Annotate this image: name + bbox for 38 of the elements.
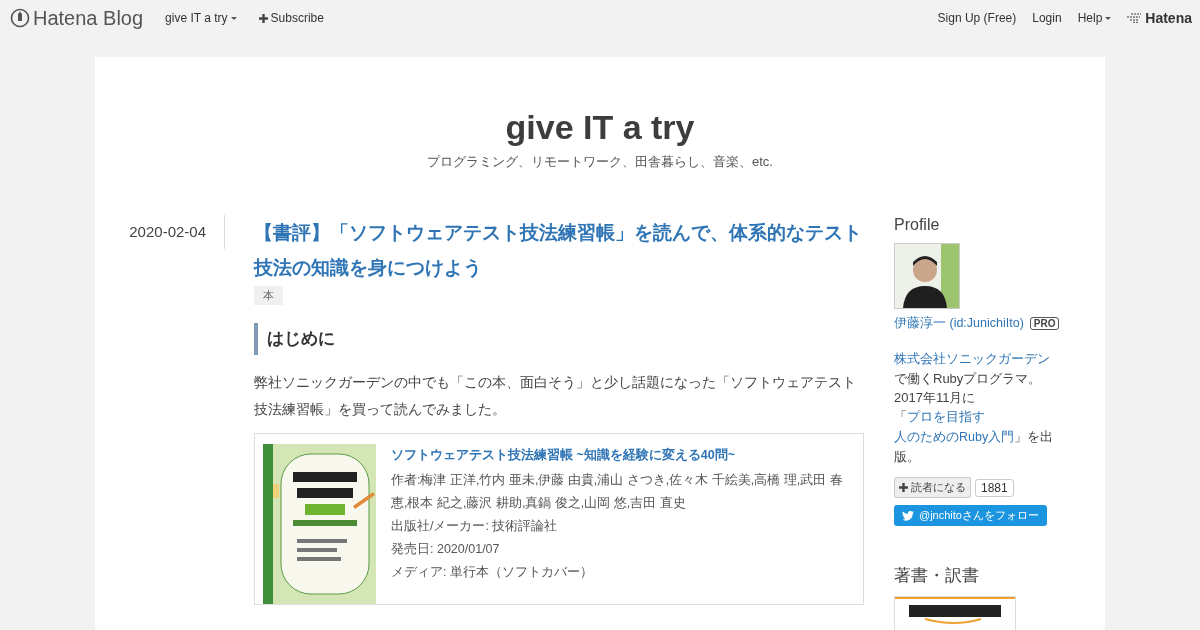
bio-link[interactable]: 人のためのRuby入門 (894, 430, 1015, 444)
product-detail: 発売日: 2020/01/07 (391, 541, 501, 558)
header-link[interactable]: Login (1032, 11, 1062, 25)
logo-text: Hatena Blog (33, 6, 144, 30)
plus-icon (899, 483, 908, 492)
caret-icon (230, 16, 237, 20)
caret-icon (1105, 16, 1112, 20)
blog-title[interactable]: give IT a try (95, 107, 1105, 147)
reader-count: 1881 (975, 478, 1014, 497)
product-detail: 出版社/メーカー: 技術評論社 (391, 518, 559, 535)
bio-link[interactable]: プロを目指す (907, 410, 985, 424)
avatar[interactable] (894, 243, 960, 309)
sidebar-heading: 著書・訳書 (894, 566, 980, 586)
product-authors: 作者:梅津 正洋,竹内 亜未,伊藤 由貴,浦山 さつき,佐々木 千絵美,高橋 理,武田 春恵,根本 紀之,藤沢 耕助,真鍋 俊之,山岡 悠,吉田 直史 (391, 472, 844, 512)
hatena-logo[interactable]: Hatena (1127, 10, 1192, 26)
blog-menu[interactable]: give IT a try (165, 11, 237, 25)
brand-text: Hatena (1145, 10, 1192, 26)
section-heading: はじめに (254, 323, 864, 355)
blog-description: プログラミング、リモートワーク、田舎暮らし、音楽、etc. (426, 153, 774, 171)
category-tag[interactable]: 本 (254, 286, 283, 305)
subscribe-link[interactable]: Subscribe (258, 11, 324, 25)
sidebar-heading: Profile (894, 215, 941, 235)
hatena-blog-logo[interactable]: Hatena Blog (10, 6, 144, 30)
product-detail: メディア: 単行本（ソフトカバー） (391, 564, 594, 581)
bio-link[interactable]: 株式会社ソニックガーデン (894, 352, 1050, 366)
paragraph: 弊社ソニックガーデンの中でも「この本、面白そう」と少し話題になった「ソフトウェアテスト技法練習帳」を買って読んでみました。 (254, 373, 857, 419)
product-title[interactable]: ソフトウェアテスト技法練習帳 ~知識を経験に変える40問~ (391, 444, 855, 466)
pro-badge: PRO (1029, 317, 1060, 330)
entry-title[interactable]: 【書評】「ソフトウェアテスト技法練習帳」を読んで、体系的なテスト技法の知識を身につけよう (254, 215, 864, 285)
plus-icon (258, 13, 268, 23)
profile-bio: 株式会社ソニックガーデン で働くRubyプログラマ。2017年11月に「プロを目指す 人のためのRuby入門」を出版。 (894, 351, 1055, 466)
help-menu[interactable]: Help (1077, 11, 1112, 25)
header-link[interactable]: Sign Up (Free) (937, 11, 1017, 25)
subscribe-button[interactable]: 読者になる (894, 477, 971, 498)
entry-date[interactable]: 2020-02-04 (129, 223, 206, 240)
profile-name[interactable]: 伊藤淳一 (id:JunichiIto) (894, 315, 1024, 332)
pen-nib-icon (10, 8, 30, 28)
bird-icon (902, 510, 914, 521)
